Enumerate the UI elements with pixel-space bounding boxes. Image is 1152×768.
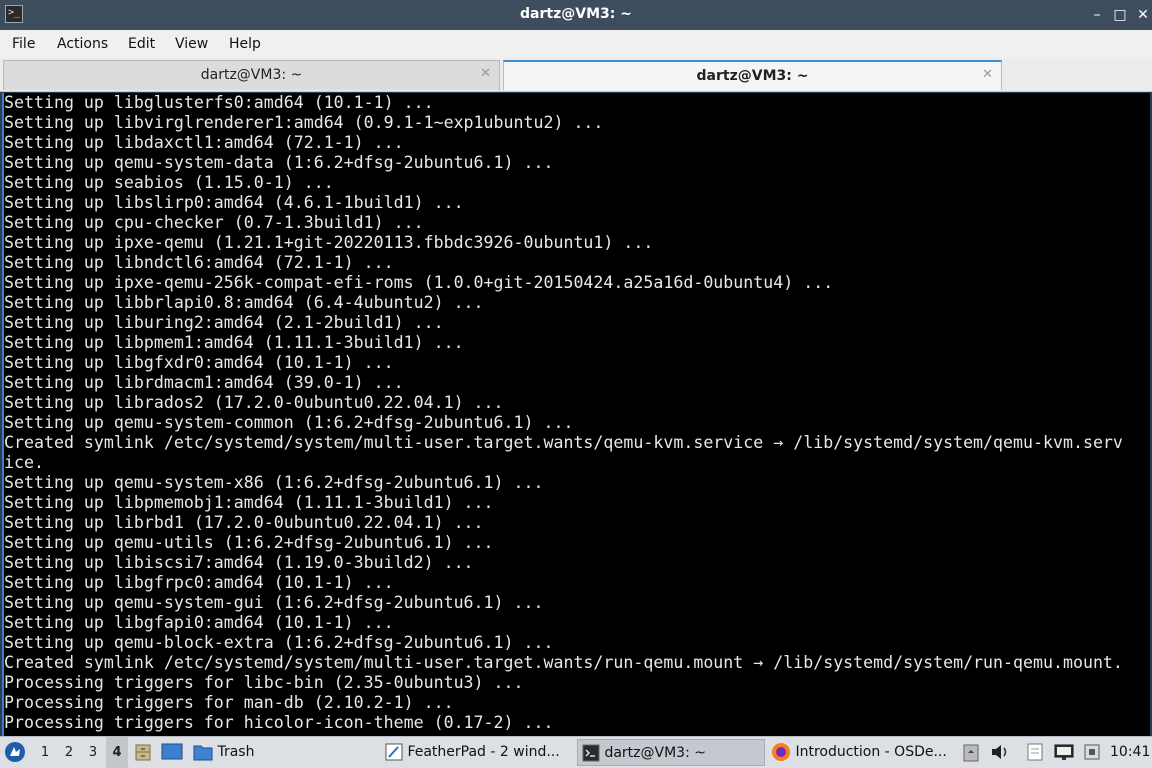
terminal-line: Setting up libbrlapi0.8:amd64 (6.4-4ubun… [4, 293, 484, 312]
volume-icon [992, 745, 1007, 759]
terminal-line: Setting up libpmemobj1:amd64 (1.11.1-3bu… [4, 493, 494, 512]
tray-volume[interactable] [990, 737, 1012, 768]
menu-actions[interactable]: Actions [57, 36, 108, 52]
task-terminal[interactable]: dartz@VM3: ~ [577, 739, 765, 766]
workspace-2[interactable]: 2 [58, 737, 80, 768]
task-firefox[interactable]: Introduction - OSDe... [771, 739, 949, 766]
tab-bar: dartz@VM3: ~ ✕ dartz@VM3: ~ ✕ [0, 58, 1152, 92]
terminal-line: Setting up libdaxctl1:amd64 (72.1-1) ... [4, 133, 404, 152]
folder-icon [193, 745, 213, 761]
terminal-line: Processing triggers for man-db (2.10.2-1… [4, 693, 454, 712]
close-button[interactable]: ✕ [1133, 5, 1152, 25]
tray-display[interactable] [1083, 737, 1103, 768]
terminal-line: Setting up cpu-checker (0.7-1.3build1) .… [4, 213, 424, 232]
desktop-icon [161, 743, 183, 760]
terminal-line: Setting up qemu-system-common (1:6.2+dfs… [4, 413, 574, 432]
terminal-line: Setting up librdmacm1:amd64 (39.0-1) ... [4, 373, 404, 392]
terminal-line: Setting up qemu-block-extra (1:6.2+dfsg-… [4, 633, 554, 652]
maximize-button[interactable]: □ [1110, 5, 1130, 25]
network-icon [1054, 744, 1074, 760]
terminal-line: Setting up libgfrpc0:amd64 (10.1-1) ... [4, 573, 394, 592]
file-cabinet-icon [135, 744, 151, 761]
task-label: dartz@VM3: ~ [604, 745, 706, 761]
terminal-line: Setting up seabios (1.15.0-1) ... [4, 173, 334, 192]
terminal-line: Setting up libglusterfs0:amd64 (10.1-1) … [4, 93, 434, 112]
terminal-line: Setting up libpmem1:amd64 (1.11.1-3build… [4, 333, 464, 352]
tray-network[interactable] [1054, 737, 1076, 768]
file-manager-launcher[interactable] [133, 737, 155, 768]
lubuntu-logo-icon [5, 742, 25, 762]
terminal-line: Setting up librbd1 (17.2.0-0ubuntu0.22.0… [4, 513, 484, 532]
window-titlebar[interactable]: >_ dartz@VM3: ~ – □ ✕ [0, 0, 1152, 30]
note-icon [1027, 743, 1043, 761]
trash-label: Trash [217, 744, 255, 760]
task-featherpad[interactable]: FeatherPad - 2 wind... [385, 739, 571, 766]
terminal-line: Setting up qemu-system-gui (1:6.2+dfsg-2… [4, 593, 544, 612]
window-title: dartz@VM3: ~ [520, 6, 632, 22]
display-icon [1084, 744, 1100, 760]
tab-label: dartz@VM3: ~ [696, 68, 809, 84]
terminal-line: ice. [4, 453, 44, 472]
terminal-line: Setting up liburing2:amd64 (2.1-2build1)… [4, 313, 444, 332]
tab-close-icon[interactable]: ✕ [982, 67, 993, 82]
featherpad-icon [385, 743, 403, 761]
terminal-line: Setting up libndctl6:amd64 (72.1-1) ... [4, 253, 394, 272]
terminal-line: Setting up qemu-utils (1:6.2+dfsg-2ubunt… [4, 533, 494, 552]
terminal-output[interactable]: Setting up libglusterfs0:amd64 (10.1-1) … [2, 93, 1150, 736]
menu-bar: File Actions Edit View Help [0, 30, 1152, 58]
terminal-line: Setting up libgfapi0:amd64 (10.1-1) ... [4, 613, 394, 632]
menu-help[interactable]: Help [229, 36, 261, 52]
tab-terminal-1[interactable]: dartz@VM3: ~ ✕ [3, 60, 500, 90]
clipboard-icon [963, 744, 979, 762]
minimize-button[interactable]: – [1087, 5, 1107, 25]
terminal-line: Setting up ipxe-qemu-256k-compat-efi-rom… [4, 273, 834, 292]
trash-launcher[interactable]: Trash [193, 737, 263, 768]
tray-clipboard[interactable] [962, 737, 984, 768]
menu-edit[interactable]: Edit [128, 36, 155, 52]
firefox-icon [772, 743, 790, 761]
tray-notes[interactable] [1026, 737, 1048, 768]
terminal-line: Processing triggers for libc-bin (2.35-0… [4, 673, 524, 692]
workspace-1[interactable]: 1 [34, 737, 56, 768]
tab-close-icon[interactable]: ✕ [480, 66, 491, 81]
terminal-text: Setting up libglusterfs0:amd64 (10.1-1) … [4, 93, 1123, 733]
terminal-icon [582, 744, 600, 762]
terminal-line: Setting up libiscsi7:amd64 (1.19.0-3buil… [4, 553, 474, 572]
task-label: Introduction - OSDe... [795, 744, 947, 760]
terminal-line: Setting up librados2 (17.2.0-0ubuntu0.22… [4, 393, 504, 412]
show-desktop-button[interactable] [161, 737, 185, 768]
terminal-line: Setting up libvirglrenderer1:amd64 (0.9.… [4, 113, 604, 132]
terminal-line: Setting up qemu-system-data (1:6.2+dfsg-… [4, 153, 554, 172]
terminal-line: Setting up ipxe-qemu (1.21.1+git-2022011… [4, 233, 654, 252]
tab-label: dartz@VM3: ~ [200, 67, 303, 83]
workspace-3[interactable]: 3 [82, 737, 104, 768]
terminal-line: Setting up qemu-system-x86 (1:6.2+dfsg-2… [4, 473, 544, 492]
menu-view[interactable]: View [175, 36, 208, 52]
terminal-line: Setting up libgfxdr0:amd64 (10.1-1) ... [4, 353, 394, 372]
terminal-line: Created symlink /etc/systemd/system/mult… [4, 653, 1123, 672]
terminal-line: Created symlink /etc/systemd/system/mult… [4, 433, 1123, 452]
start-menu-button[interactable] [4, 737, 30, 768]
clock[interactable]: 10:41 [1110, 737, 1150, 768]
workspace-4[interactable]: 4 [106, 737, 128, 768]
terminal-line: Processing triggers for hicolor-icon-the… [4, 713, 554, 732]
menu-file[interactable]: File [12, 36, 35, 52]
taskbar: 1 2 3 4 Trash FeatherPad - 2 wind... dar… [0, 736, 1152, 768]
terminal-line: Setting up libslirp0:amd64 (4.6.1-1build… [4, 193, 464, 212]
task-label: FeatherPad - 2 wind... [407, 744, 560, 760]
tab-terminal-2[interactable]: dartz@VM3: ~ ✕ [503, 60, 1002, 90]
